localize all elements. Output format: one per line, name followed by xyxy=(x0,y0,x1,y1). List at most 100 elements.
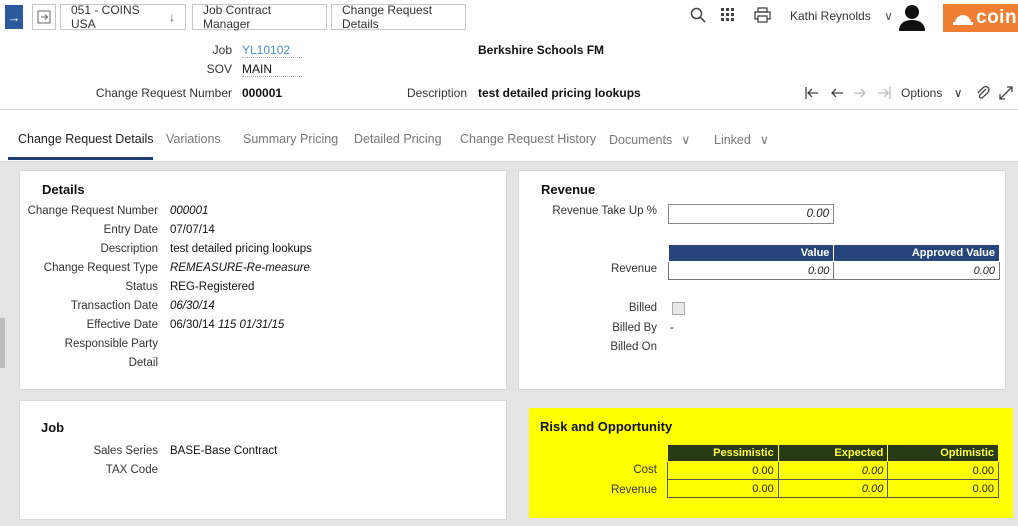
risk-table: Pessimistic Expected Optimistic 0.00 0.0… xyxy=(667,444,999,498)
revenue-value-cell[interactable]: 0.00 xyxy=(667,261,835,280)
search-button[interactable] xyxy=(690,7,706,27)
tab-change-request-details[interactable]: Change Request Details xyxy=(18,132,154,146)
expand-button[interactable] xyxy=(998,85,1014,104)
breadcrumb-label: Change Request Details xyxy=(342,3,433,31)
effective-period-value: 115 01/31/15 xyxy=(217,319,285,331)
tab-bar: Change Request Details Variations Summar… xyxy=(0,118,1018,162)
active-tab-indicator xyxy=(8,157,153,160)
transaction-date-field: 06/30/14 xyxy=(170,300,215,312)
revenue-optimistic-cell[interactable]: 0.00 xyxy=(887,479,999,498)
billed-checkbox[interactable] xyxy=(672,302,685,315)
menu-toggle-button[interactable]: → xyxy=(5,5,23,29)
table-row: 0.00 0.00 0.00 xyxy=(667,461,999,480)
tab-label: Summary Pricing xyxy=(243,132,339,146)
details-panel: Details Change Request Number 000001 Ent… xyxy=(19,170,507,390)
billed-on-label: Billed On xyxy=(610,341,657,353)
cost-pessimistic-cell[interactable]: 0.00 xyxy=(667,461,779,480)
field-label: Status xyxy=(125,281,158,293)
job-link[interactable]: YL10102 xyxy=(242,43,302,58)
last-record-button[interactable] xyxy=(876,86,892,103)
description-field: test detailed pricing lookups xyxy=(170,243,312,255)
cost-expected-cell[interactable]: 0.00 xyxy=(777,461,889,480)
search-icon xyxy=(690,7,706,23)
column-header: Optimistic xyxy=(887,444,999,462)
field-label: Change Request Type xyxy=(43,262,158,274)
breadcrumb-label: Job Contract Manager xyxy=(203,3,272,31)
tab-linked[interactable]: Linked ∨ xyxy=(714,132,769,147)
field-label: Detail xyxy=(128,357,158,369)
chevron-down-icon: ∨ xyxy=(884,9,893,23)
top-bar: → 051 - COINS USA ↓ Job Contract Manager… xyxy=(0,0,1018,34)
entry-date-field: 07/07/14 xyxy=(170,224,215,236)
cr-type-field: REMEASURE-Re-measure xyxy=(170,262,310,274)
tab-label: Documents xyxy=(609,133,673,147)
previous-record-button[interactable] xyxy=(830,86,844,103)
field-label: TAX Code xyxy=(105,464,158,476)
cost-optimistic-cell[interactable]: 0.00 xyxy=(887,461,999,480)
revenue-row-label: Revenue xyxy=(610,263,657,275)
revenue-table: Value Approved Value 0.00 0.00 xyxy=(667,244,1000,280)
tab-documents[interactable]: Documents ∨ xyxy=(609,132,690,147)
risk-row-label: Cost xyxy=(633,464,657,476)
details-title: Details xyxy=(42,182,85,197)
tab-label: Linked xyxy=(714,133,751,147)
apps-button[interactable] xyxy=(720,7,735,26)
tab-detailed-pricing[interactable]: Detailed Pricing xyxy=(354,132,442,146)
user-menu[interactable]: Kathi Reynolds ∨ xyxy=(790,9,893,23)
billed-by-value: - xyxy=(670,322,674,334)
attachments-button[interactable] xyxy=(975,85,991,104)
column-header: Value xyxy=(667,244,835,262)
next-record-button[interactable] xyxy=(853,86,867,103)
column-header: Approved Value xyxy=(833,244,1000,262)
revenue-expected-cell[interactable]: 0.00 xyxy=(777,479,889,498)
first-record-icon xyxy=(805,87,818,99)
description-value: test detailed pricing lookups xyxy=(478,86,641,100)
company-selector[interactable]: 051 - COINS USA ↓ xyxy=(60,3,186,31)
user-avatar-icon xyxy=(899,5,925,31)
breadcrumb-job-contract-manager[interactable]: Job Contract Manager xyxy=(192,3,327,31)
effective-date-value: 06/30/14 xyxy=(170,319,215,331)
tab-change-request-history[interactable]: Change Request History xyxy=(460,132,596,146)
coins-logo: coin xyxy=(943,4,1018,32)
cr-number-field: 000001 xyxy=(170,205,209,217)
tab-label: Variations xyxy=(166,132,221,146)
tab-label: Change Request Details xyxy=(18,132,154,146)
hardhat-icon xyxy=(953,15,973,25)
approved-value-cell[interactable]: 0.00 xyxy=(833,261,1000,280)
arrow-right-icon xyxy=(854,88,866,98)
description-label: Description xyxy=(406,86,467,100)
field-label: Transaction Date xyxy=(70,300,158,312)
options-menu[interactable]: Options ∨ xyxy=(901,86,963,100)
last-record-icon xyxy=(878,87,891,99)
risk-opportunity-panel: Risk and Opportunity Cost Revenue Pessim… xyxy=(529,408,1013,518)
avatar[interactable] xyxy=(897,3,927,31)
risk-title: Risk and Opportunity xyxy=(540,419,673,434)
tab-variations[interactable]: Variations xyxy=(166,132,221,146)
effective-date-field: 06/30/14 115 01/31/15 xyxy=(170,319,284,331)
breadcrumb-change-request-details[interactable]: Change Request Details xyxy=(331,3,466,31)
print-button[interactable] xyxy=(754,7,771,27)
arrow-down-icon: ↓ xyxy=(169,10,175,24)
tab-summary-pricing[interactable]: Summary Pricing xyxy=(243,132,338,146)
job-title: Job xyxy=(41,420,65,435)
expand-icon xyxy=(999,86,1013,100)
first-record-button[interactable] xyxy=(804,86,820,103)
revenue-pessimistic-cell[interactable]: 0.00 xyxy=(667,479,779,498)
content-area: Details Change Request Number 000001 Ent… xyxy=(0,162,1018,526)
field-label: Responsible Party xyxy=(64,338,158,350)
grid-icon xyxy=(721,8,734,21)
arrow-left-icon xyxy=(831,88,843,98)
sov-value: MAIN xyxy=(242,62,302,77)
billed-label: Billed xyxy=(628,302,657,314)
printer-icon xyxy=(754,7,771,23)
arrow-right-icon: → xyxy=(7,9,21,25)
sales-series-field: BASE-Base Contract xyxy=(170,445,278,457)
job-label: Job xyxy=(212,43,232,57)
exit-button[interactable] xyxy=(32,4,56,30)
chevron-down-icon: ∨ xyxy=(759,133,769,147)
tab-label: Change Request History xyxy=(460,132,597,146)
company-label: 051 - COINS USA xyxy=(71,3,140,31)
field-label: Sales Series xyxy=(93,445,158,457)
revenue-take-up-input[interactable]: 0.00 xyxy=(668,204,834,224)
risk-row-label: Revenue xyxy=(610,484,657,496)
